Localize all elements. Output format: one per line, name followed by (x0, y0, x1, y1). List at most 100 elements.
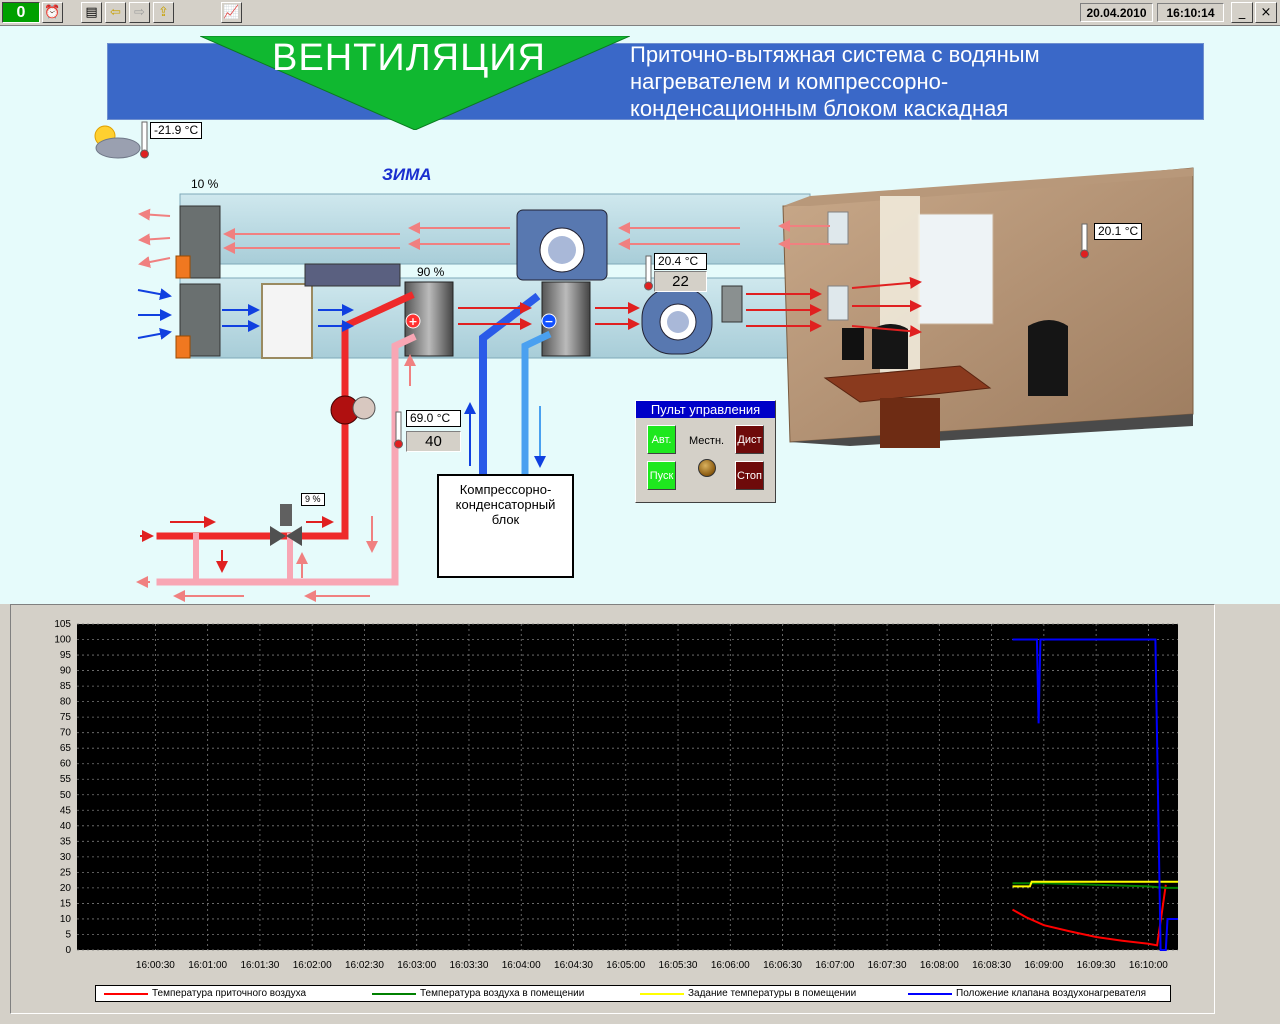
water-temp-readout: 69.0 °C (406, 410, 461, 427)
forward-arrow-icon[interactable]: ⇨ (129, 2, 150, 23)
x-tick-label: 16:09:30 (1077, 960, 1116, 971)
x-tick-label: 16:04:00 (502, 960, 541, 971)
y-tick-label: 95 (60, 650, 72, 661)
legend-swatch (640, 992, 684, 995)
x-tick-label: 16:09:00 (1024, 960, 1063, 971)
auto-mode-button[interactable]: Авт. (647, 425, 676, 454)
exhaust-grille (827, 211, 849, 245)
supply-setpoint-field[interactable]: 22 (654, 271, 707, 292)
y-tick-label: 45 (60, 805, 72, 816)
alarm-clock-icon[interactable]: ⏰ (42, 2, 63, 23)
circulation-pump (330, 395, 376, 425)
x-tick-label: 16:02:00 (293, 960, 332, 971)
y-tick-label: 65 (60, 743, 72, 754)
compressor-label-line: блок (491, 512, 520, 527)
ventilation-mimic: ВЕНТИЛЯЦИЯ Приточно-вытяжная система с в… (0, 26, 1280, 604)
y-tick-label: 35 (60, 836, 72, 847)
legend-label: Задание температуры в помещении (688, 988, 857, 999)
y-tick-label: 50 (60, 790, 72, 801)
legend-item: Температура воздуха в помещении (372, 988, 632, 999)
weather-icon (94, 125, 141, 159)
y-tick-label: 55 (60, 774, 72, 785)
y-tick-label: 90 (60, 666, 72, 677)
plot-area (77, 624, 1178, 950)
x-tick-label: 16:04:30 (554, 960, 593, 971)
y-tick-label: 5 (65, 929, 71, 940)
water-setpoint-field[interactable]: 40 (406, 431, 461, 452)
y-tick-label: 105 (54, 619, 71, 630)
x-tick-label: 16:05:30 (659, 960, 698, 971)
y-tick-label: 80 (60, 697, 72, 708)
x-tick-label: 16:10:00 (1129, 960, 1168, 971)
date-display: 20.04.2010 (1080, 3, 1153, 22)
y-tick-label: 70 (60, 728, 72, 739)
chart-legend: Температура приточного воздуха Температу… (95, 985, 1171, 1002)
x-tick-label: 16:08:30 (972, 960, 1011, 971)
close-button[interactable]: × (1255, 2, 1277, 23)
monitor (842, 328, 864, 360)
legend-label: Температура воздуха в помещении (420, 988, 585, 999)
room-thermometer-icon (1080, 223, 1089, 259)
legend-item: Температура приточного воздуха (104, 988, 364, 999)
season-mode-label: ЗИМА (382, 165, 432, 184)
exhaust-fan (516, 209, 608, 281)
three-way-valve-readout: 9 % (301, 493, 325, 506)
x-tick-label: 16:07:30 (868, 960, 907, 971)
minimize-button[interactable]: _ (1231, 2, 1253, 23)
compressor-label-line: конденсаторный (455, 497, 556, 512)
room-window (917, 213, 994, 325)
time-display: 16:10:14 (1157, 3, 1224, 22)
trend-icon[interactable]: 📈 (221, 2, 242, 23)
y-tick-label: 20 (60, 883, 72, 894)
y-tick-label: 85 (60, 681, 72, 692)
x-tick-label: 16:06:00 (711, 960, 750, 971)
x-tick-label: 16:07:00 (815, 960, 854, 971)
compressor-condenser-unit[interactable]: Компрессорно- конденсаторный блок (437, 474, 574, 578)
compressor-label-line: Компрессорно- (459, 482, 552, 497)
x-tick-label: 16:01:30 (240, 960, 279, 971)
y-tick-label: 60 (60, 759, 72, 770)
start-button[interactable]: Пуск (647, 461, 676, 490)
room-temp-readout: 20.1 °C (1094, 223, 1143, 240)
y-tick-label: 15 (60, 898, 72, 909)
legend-label: Температура приточного воздуха (152, 988, 307, 999)
legend-swatch (372, 992, 416, 995)
recirculation-damper (304, 263, 401, 287)
legend-label: Положение клапана воздухонагревателя (956, 988, 1146, 999)
home-icon[interactable]: ⇪ (153, 2, 174, 23)
x-tick-label: 16:01:00 (188, 960, 227, 971)
outdoor-temp-readout: -21.9 °C (150, 122, 203, 139)
heater-valve-label: 90 % (417, 265, 445, 279)
y-tick-label: 0 (65, 945, 71, 956)
y-tick-label: 25 (60, 867, 72, 878)
y-tick-label: 75 (60, 712, 72, 723)
trend-chart-panel: 105 100 95 90 85 80 75 70 65 60 55 50 45 40 35 30 25 20 15… (10, 604, 1215, 1014)
trend-chart[interactable]: 1051009590858075706560555045403530252015… (11, 605, 1216, 983)
x-tick-label: 16:08:00 (920, 960, 959, 971)
legend-item: Положение клапана воздухонагревателя (908, 988, 1168, 999)
control-panel: Пульт управления Авт. Пуск Местн. Дист С… (635, 400, 776, 503)
y-tick-label: 10 (60, 914, 72, 925)
local-mode-label: Местн. (689, 435, 725, 447)
y-tick-label: 100 (54, 635, 71, 646)
remote-mode-button[interactable]: Дист (735, 425, 764, 454)
tree-view-icon[interactable]: ▤ (81, 2, 102, 23)
x-tick-label: 16:06:30 (763, 960, 802, 971)
x-tick-label: 16:05:00 (606, 960, 645, 971)
silencer (721, 285, 743, 323)
y-tick-label: 40 (60, 821, 72, 832)
back-arrow-icon[interactable]: ⇦ (105, 2, 126, 23)
supply-fan (641, 287, 713, 355)
x-tick-label: 16:00:30 (136, 960, 175, 971)
three-way-valve (270, 504, 302, 546)
supply-filter (261, 283, 313, 359)
x-tick-label: 16:02:30 (345, 960, 384, 971)
damper-position-label: 10 % (191, 177, 219, 191)
y-tick-label: 30 (60, 852, 72, 863)
x-tick-label: 16:03:30 (450, 960, 489, 971)
x-tick-label: 16:03:00 (397, 960, 436, 971)
alarm-counter[interactable]: 0 (2, 2, 40, 23)
legend-item: Задание температуры в помещении (640, 988, 900, 999)
local-mode-lamp (698, 459, 716, 477)
stop-button[interactable]: Стоп (735, 461, 764, 490)
